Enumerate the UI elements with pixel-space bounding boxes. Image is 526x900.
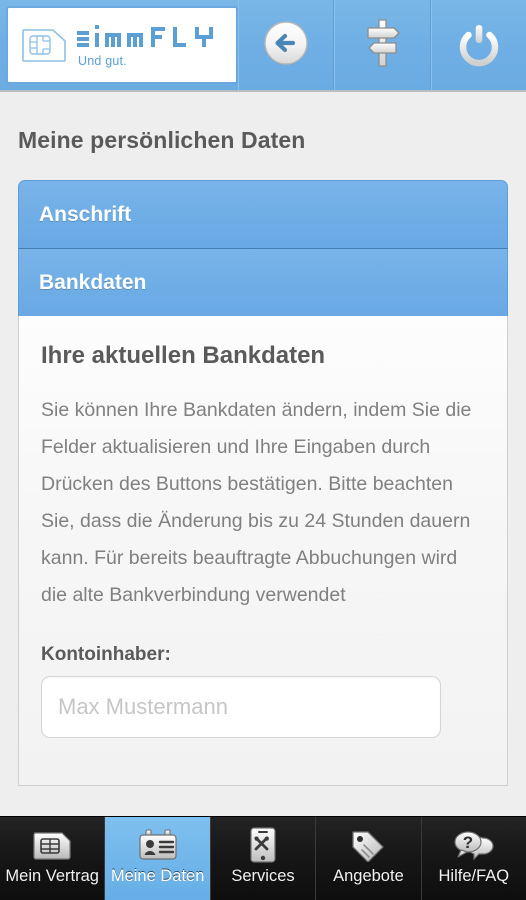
signpost-button[interactable] <box>334 0 431 90</box>
panel-title: Ihre aktuellen Bankdaten <box>41 342 326 369</box>
app-header: Und gut. <box>0 0 526 92</box>
svg-text:?: ? <box>463 833 473 852</box>
power-button[interactable] <box>430 0 526 90</box>
brand-logo[interactable]: Und gut. <box>6 6 238 84</box>
back-button[interactable] <box>238 0 335 90</box>
tab-services[interactable]: Services <box>211 817 317 900</box>
kontoinhaber-input[interactable] <box>41 676 441 738</box>
kontoinhaber-label: Kontoinhaber: <box>41 644 171 665</box>
page-title: Meine persönlichen Daten <box>18 127 306 153</box>
price-tag-icon <box>349 826 387 864</box>
accordion-label: Anschrift <box>39 202 132 226</box>
tab-label: Angebote <box>333 867 404 885</box>
back-arrow-circle-icon <box>260 17 312 74</box>
accordion-header-bankdaten[interactable]: Bankdaten <box>18 248 508 316</box>
brand-wordmark <box>77 24 213 47</box>
question-chat-icon: ? <box>453 826 495 864</box>
panel-description: Sie können Ihre Bankdaten ändern, indem … <box>41 399 472 606</box>
id-card-icon <box>138 826 178 864</box>
tab-hilfe-faq[interactable]: ? Hilfe/FAQ <box>422 817 526 900</box>
signpost-icon <box>357 16 407 75</box>
accordion-label: Bankdaten <box>39 270 147 294</box>
tab-label: Mein Vertrag <box>5 867 99 885</box>
sim-card-icon <box>31 826 73 864</box>
bottom-tab-bar: Mein Vertrag Meine Daten Services Angebo… <box>0 816 526 900</box>
sim-card-icon <box>21 28 67 62</box>
accordion-panel-bankdaten: Ihre aktuellen Bankdaten Sie können Ihre… <box>18 316 508 786</box>
power-icon <box>453 17 505 74</box>
tab-mein-vertrag[interactable]: Mein Vertrag <box>0 817 106 900</box>
phone-tools-icon <box>249 826 277 864</box>
tab-label: Hilfe/FAQ <box>438 867 510 885</box>
tab-label: Services <box>231 867 295 885</box>
brand-tagline: Und gut. <box>78 53 127 68</box>
tab-angebote[interactable]: Angebote <box>316 817 422 900</box>
tab-label: Meine Daten <box>110 867 205 885</box>
tab-meine-daten[interactable]: Meine Daten <box>105 817 211 900</box>
accordion-header-anschrift[interactable]: Anschrift <box>18 180 508 248</box>
accordion: Anschrift Bankdaten Ihre aktuellen Bankd… <box>18 180 508 786</box>
